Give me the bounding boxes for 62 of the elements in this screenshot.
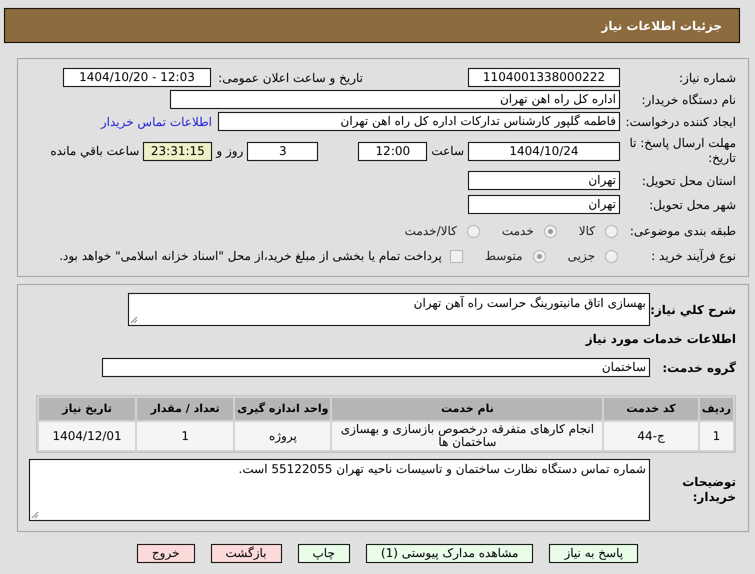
radio-label: جزیی (568, 248, 595, 265)
field-label: ساعت (431, 143, 464, 160)
radio-label: متوسط (484, 248, 523, 265)
countdown-field: 23:31:15 (143, 142, 212, 160)
column-header: نام خدمت (332, 398, 602, 420)
field-label: نوع فرآیند خرید : (650, 248, 736, 265)
input-field[interactable]: 1104001338000222 (468, 68, 620, 87)
column-header: تعداد / مقدار (137, 398, 234, 420)
field-label: شماره نیاز: (678, 70, 736, 86)
field-label: گروه خدمت: (661, 360, 736, 376)
input-field[interactable]: ساختمان (102, 358, 650, 377)
field-label: مهلت ارسال پاسخ: تا تاریخ: (628, 136, 736, 166)
field-label: شرح کلي نیاز: (650, 302, 736, 319)
radio-button[interactable] (605, 250, 618, 262)
action-button[interactable]: پاسخ به نیاز (549, 544, 638, 563)
radio-button[interactable] (605, 224, 618, 238)
field-label: تاریخ و ساعت اعلان عمومی: (217, 70, 363, 86)
field-label: طبقه بندی موضوعی: (628, 223, 736, 240)
table-cell: پروژه (235, 422, 330, 450)
radio-label: کالا (578, 223, 595, 240)
table-cell: ج-44 (604, 422, 698, 450)
input-field[interactable]: تهران (468, 171, 620, 190)
radio-button[interactable] (466, 224, 480, 238)
action-button[interactable]: مشاهده مدارک پیوستی (1) (366, 544, 534, 563)
contact-link[interactable]: اطلاعات تماس خریدار (100, 112, 212, 130)
field-label: نام دستگاه خریدار: (640, 92, 736, 108)
resize-grip-icon[interactable] (31, 511, 39, 519)
input-field[interactable]: 12:00 (358, 142, 428, 160)
input-field[interactable]: 1404/10/20 - 12:03 (63, 68, 211, 87)
field-label: شهر محل تحویل: (648, 196, 736, 214)
column-header: ردیف (700, 398, 733, 420)
column-header: تاریخ نیاز (39, 398, 136, 420)
table-cell: 1404/12/01 (39, 422, 136, 450)
section-heading: اطلاعات خدمات مورد نیاز (584, 331, 736, 348)
input-field[interactable]: اداره کل راه اهن تهران (170, 90, 620, 109)
description-box[interactable]: بهسازی اتاق مانیتورینگ حراست راه آهن تهران (128, 293, 650, 326)
action-button[interactable]: بازگشت (210, 544, 282, 563)
table-cell: 1 (700, 422, 733, 450)
input-field[interactable]: فاطمه گلپور کارشناس تدارکات اداره کل راه اهن تهران (218, 112, 620, 131)
checkbox-label: پرداخت تمام یا بخشی از مبلغ خرید،از محل "اسناد خزانه اسلامی" خواهد بود. (59, 248, 442, 265)
radio-button[interactable] (544, 224, 557, 238)
column-header: کد خدمت (604, 398, 698, 420)
radio-label: خدمت (502, 223, 534, 240)
field-label: استان محل تحویل: (640, 172, 736, 190)
input-field[interactable]: 1404/10/24 (468, 142, 620, 160)
resize-grip-icon[interactable] (130, 316, 138, 324)
radio-label: کالا/خدمت (404, 223, 457, 240)
action-button[interactable]: خروج (136, 544, 194, 563)
notes-box[interactable]: شماره تماس دستگاه نظارت ساختمان و تاسیسات ناحیه تهران 55122055 است. (29, 459, 650, 521)
checkbox[interactable] (450, 250, 463, 262)
input-field[interactable]: 3 (247, 142, 318, 160)
field-label: ایجاد کننده درخواست: (624, 114, 736, 130)
page-title: جزئیات اطلاعات نیاز (601, 18, 722, 34)
field-label: توضیحات خریدار: (681, 475, 736, 505)
field-label: ساعت باقي مانده (50, 143, 140, 160)
column-header: واحد اندازه گیری (235, 398, 330, 420)
table-cell: انجام کارهای متفرقه درخصوص بازسازی و بهسازی ساختمان ها (332, 422, 602, 450)
radio-button[interactable] (532, 250, 546, 262)
action-button[interactable]: چاپ (298, 544, 350, 563)
field-label: روز و (216, 143, 244, 160)
table-cell: 1 (137, 422, 234, 450)
input-field[interactable]: تهران (468, 195, 620, 214)
